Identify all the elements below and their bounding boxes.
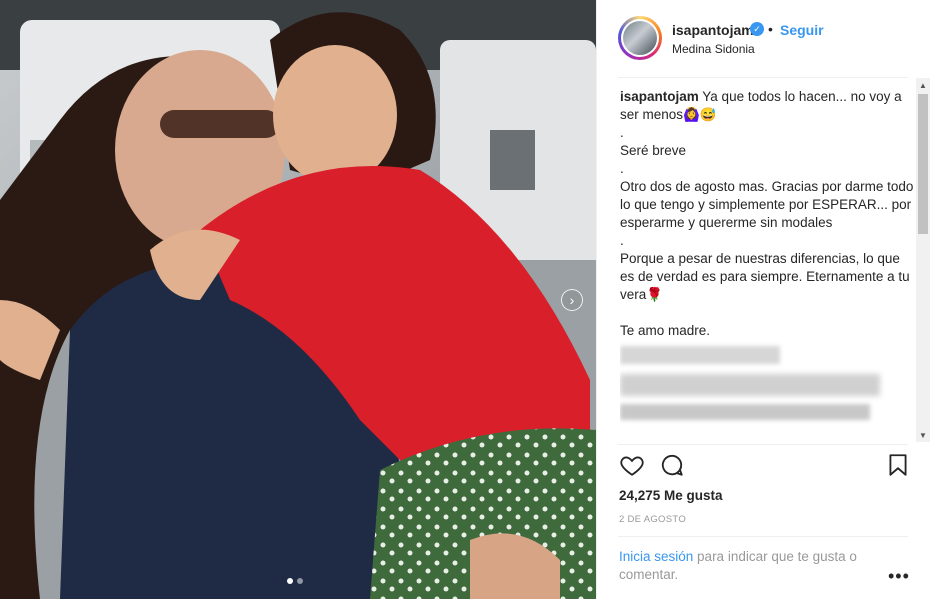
avatar[interactable] <box>618 16 662 60</box>
divider <box>618 536 908 537</box>
caption-line: Te amo madre. <box>620 323 711 338</box>
divider <box>618 444 908 445</box>
carousel-next-button[interactable]: › <box>561 289 583 311</box>
post-date[interactable]: 2 DE AGOSTO <box>619 514 686 525</box>
caption-line: isapantojam Ya que todos lo hacen... no … <box>620 89 906 122</box>
login-link[interactable]: Inicia sesión <box>619 549 693 564</box>
carousel-dot <box>297 578 303 584</box>
avatar-image <box>623 21 657 55</box>
more-options-icon[interactable]: ••• <box>888 566 910 587</box>
separator-dot: • <box>768 21 773 37</box>
heart-icon[interactable] <box>619 452 645 478</box>
scroll-thumb[interactable] <box>918 94 928 234</box>
follow-button[interactable]: Seguir <box>780 22 824 38</box>
caption-line: Otro dos de agosto mas. Gracias por darm… <box>620 179 914 230</box>
caption-line: Seré breve <box>620 143 687 158</box>
caption: isapantojam Ya que todos lo hacen... no … <box>620 88 916 440</box>
post-image <box>0 0 596 599</box>
post-photo[interactable]: › <box>0 0 596 599</box>
bookmark-icon[interactable] <box>885 452 911 478</box>
location-link[interactable]: Medina Sidonia <box>672 42 755 56</box>
chevron-right-icon: › <box>569 292 575 308</box>
verified-badge-icon: ✓ <box>750 22 764 36</box>
caption-line: Porque a pesar de nuestras diferencias, … <box>620 251 914 302</box>
scroll-down-icon[interactable]: ▼ <box>916 428 930 442</box>
caption-scrollbar[interactable]: ▲ ▼ <box>916 78 930 442</box>
action-bar <box>619 452 911 480</box>
caption-line <box>620 304 916 322</box>
login-prompt: Inicia sesión para indicar que te gusta … <box>619 548 889 584</box>
post-header: isapantojam ✓ • Seguir Medina Sidonia <box>618 16 918 62</box>
carousel-indicator <box>287 578 303 584</box>
caption-line: . <box>620 233 624 248</box>
caption-line: . <box>620 125 624 140</box>
divider <box>618 77 908 78</box>
likes-count[interactable]: 24,275 Me gusta <box>619 488 723 503</box>
scroll-up-icon[interactable]: ▲ <box>916 78 930 92</box>
blurred-comment <box>620 344 916 424</box>
comment-bubble-icon[interactable] <box>659 452 685 478</box>
caption-username[interactable]: isapantojam <box>620 89 699 104</box>
carousel-dot-active <box>287 578 293 584</box>
username-link[interactable]: isapantojam <box>672 22 754 38</box>
caption-line: . <box>620 161 624 176</box>
